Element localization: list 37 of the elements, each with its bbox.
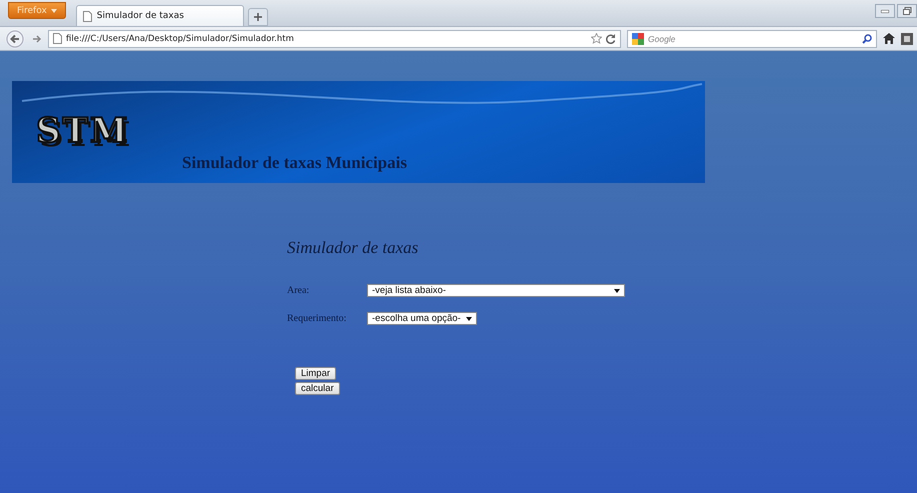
banner-subtitle: Simulador de taxas Municipais [182,153,407,173]
caret-icon [50,8,57,12]
page-icon [82,10,92,22]
form-button[interactable]: Limpar [295,367,336,380]
restore-icon [902,7,912,15]
caret-icon [614,288,620,292]
home-icon [883,33,895,44]
tab-title: Simulador de taxas [96,11,184,21]
browser-tab[interactable]: Simulador de taxas [76,5,244,26]
logo-text: STM [36,111,130,151]
search-icon [862,34,872,44]
address-bar[interactable]: file:///C:/Users/Ana/Desktop/Simulador/Simulador.htm [48,30,621,48]
minimize-button[interactable] [875,4,895,18]
caret-icon [466,316,472,320]
back-button[interactable] [6,30,26,48]
form-button[interactable]: calcular [295,382,340,395]
forward-button[interactable] [32,34,42,44]
search-input[interactable]: Google [648,34,858,44]
field-label: Requerimento: [287,313,348,324]
select-field[interactable]: -veja lista abaixo- [367,284,625,297]
restore-button[interactable] [897,4,917,18]
toolbar-button[interactable] [901,32,913,44]
star-icon [591,33,602,44]
plus-icon [254,13,262,21]
url-text: file:///C:/Users/Ana/Desktop/Simulador/Simulador.htm [66,34,295,44]
search-field[interactable]: Google [627,30,877,48]
home-button[interactable] [883,33,895,44]
forward-arrow-icon [32,34,42,44]
page-icon [53,33,62,44]
google-icon [632,32,644,44]
field-label: Area: [287,285,310,296]
reload-icon [606,34,616,44]
form-title: Simulador de taxas [287,238,418,258]
new-tab-button[interactable] [248,8,268,26]
minimize-icon [881,10,889,12]
select-field[interactable]: -escolha uma opção- [367,312,477,325]
square-icon [901,32,913,44]
